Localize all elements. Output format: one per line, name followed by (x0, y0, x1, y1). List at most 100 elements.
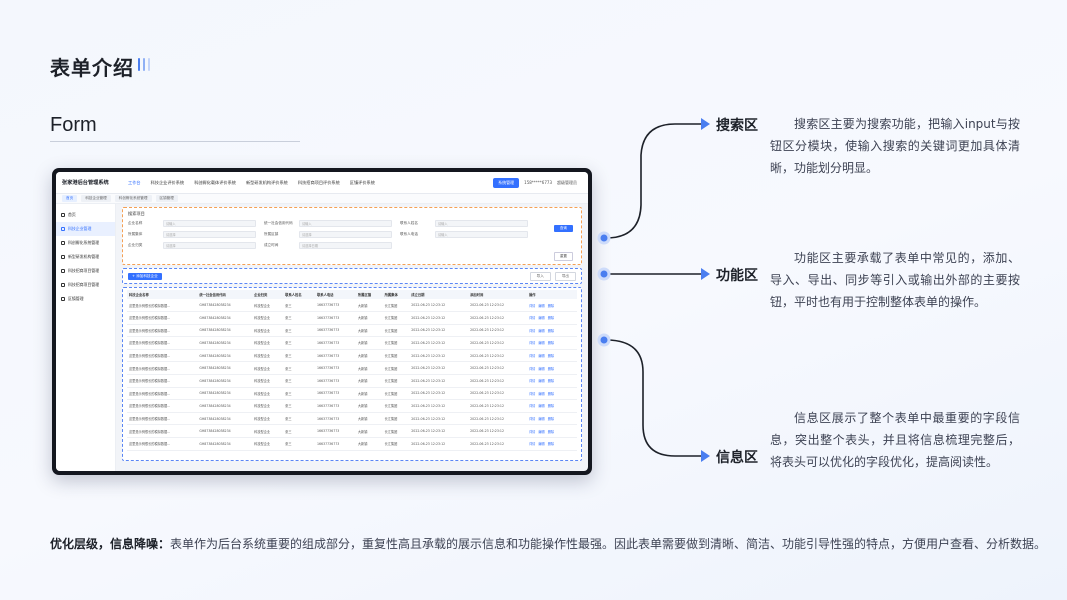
sidebar-item[interactable]: 科技招商项目管理 (56, 264, 115, 278)
row-action-link[interactable]: 详情 (529, 316, 535, 320)
row-action-link[interactable]: 详情 (529, 354, 535, 358)
row-action-link[interactable]: 详情 (529, 442, 535, 446)
row-action-link[interactable]: 详情 (529, 304, 535, 308)
group-select[interactable]: 请选择 (163, 231, 256, 238)
row-action-link[interactable]: 删除 (548, 442, 554, 446)
nav-item[interactable]: 科技企业评价系统 (151, 180, 185, 186)
row-action-link[interactable]: 删除 (548, 379, 554, 383)
row-action-link[interactable]: 编辑 (538, 329, 544, 333)
row-action-link[interactable]: 详情 (529, 392, 535, 396)
row-action-link[interactable]: 详情 (529, 430, 535, 434)
add-company-button[interactable]: + 添加科技企业 (128, 272, 162, 280)
column-header[interactable]: 添加时间 (468, 290, 527, 300)
app-nav: 工作台 科技企业评价系统 科创孵化载体评价系统 新型研发机构评价系统 科技招商项… (128, 180, 493, 186)
table-cell: 2022-06-23 12:23:12 (409, 311, 469, 325)
column-header[interactable]: 操作 (526, 290, 577, 300)
sidebar-item[interactable]: 科技企业管理 (56, 222, 115, 236)
table-cell: 张三 (283, 374, 315, 388)
credit-code-input[interactable]: 请输入 (299, 220, 392, 227)
row-action-link[interactable]: 详情 (529, 417, 535, 421)
callout-desc-search: 搜索区主要为搜索功能，把输入input与按钮区分模块，使输入搜索的关键词更加具体… (770, 117, 1020, 175)
row-action-link[interactable]: 删除 (548, 304, 554, 308)
table-row[interactable]: 这里是示例很长的模拟数据... GH8738428038234 科技型企业 张三 166… (127, 299, 577, 312)
district-select[interactable]: 请选择 (299, 231, 392, 238)
sidebar-item[interactable]: 新型研发机构管理 (56, 250, 115, 264)
table-row[interactable]: 这里是示例很长的模拟数据... GH8738428038234 科技型企业 张三 166… (127, 399, 577, 413)
row-action-link[interactable]: 编辑 (538, 367, 544, 371)
nav-item[interactable]: 科创孵化载体评价系统 (194, 180, 236, 186)
connector-dot (597, 267, 611, 281)
breadcrumb-tab[interactable]: 区镇管理 (155, 195, 178, 202)
row-action-link[interactable]: 删除 (548, 354, 554, 358)
table-row[interactable]: 这里是示例很长的模拟数据... GH8738428038234 科技型企业 张三 166… (127, 324, 577, 338)
contact-phone-input[interactable]: 请输入 (435, 231, 528, 238)
breadcrumb-tab[interactable]: 科技企业管理 (81, 195, 111, 202)
row-action-link[interactable]: 详情 (529, 329, 535, 333)
row-action-link[interactable]: 编辑 (538, 341, 544, 345)
row-action-link[interactable]: 详情 (529, 404, 535, 408)
column-header[interactable]: 企业归类 (252, 290, 284, 300)
export-button[interactable]: 导出 (554, 271, 576, 281)
column-header[interactable]: 科技企业名称 (127, 290, 198, 300)
date-picker[interactable]: 请选择日期 (299, 242, 392, 249)
row-action-link[interactable]: 删除 (548, 404, 554, 408)
user-role[interactable]: 超级管理员 (557, 180, 577, 186)
query-button[interactable]: 查询 (553, 225, 573, 232)
row-action-link[interactable]: 删除 (548, 430, 554, 434)
row-action-link[interactable]: 详情 (529, 379, 535, 383)
row-action-link[interactable]: 详情 (529, 367, 535, 371)
table-row[interactable]: 这里是示例很长的模拟数据... GH8738428038234 科技型企业 张三 166… (127, 437, 577, 451)
table-row[interactable]: 这里是示例很长的模拟数据... GH8738428038234 科技型企业 张三 166… (127, 387, 577, 401)
row-action-link[interactable]: 编辑 (538, 392, 544, 396)
sidebar-item[interactable]: 首页 (56, 208, 115, 222)
table-row[interactable]: 这里是示例很长的模拟数据... GH8738428038234 科技型企业 张三 166… (127, 374, 577, 388)
column-header[interactable]: 所属区镇 (355, 290, 383, 300)
sidebar-item[interactable]: 区镇管理 (56, 292, 115, 306)
row-action-link[interactable]: 详情 (529, 341, 535, 345)
column-header[interactable]: 所属集体 (382, 290, 410, 300)
table-row[interactable]: 这里是示例很长的模拟数据... GH8738428038234 科技型企业 张三 166… (127, 424, 577, 438)
table-row[interactable]: 这里是示例很长的模拟数据... GH8738428038234 科技型企业 张三 166… (127, 336, 577, 350)
sidebar-item-label: 科创孵化系统管理 (68, 240, 100, 245)
row-action-link[interactable]: 删除 (548, 417, 554, 421)
row-action-link[interactable]: 编辑 (538, 417, 544, 421)
table-row[interactable]: 这里是示例很长的模拟数据... GH8738428038234 科技型企业 张三 166… (127, 311, 577, 325)
row-action-link[interactable]: 编辑 (538, 354, 544, 358)
row-action-link[interactable]: 删除 (548, 316, 554, 320)
breadcrumb-tab[interactable]: 首页 (62, 195, 78, 202)
system-manage-button[interactable]: 系统管理 (493, 177, 520, 188)
category-select[interactable]: 请选择 (163, 242, 256, 249)
page-title: 表单介绍 (50, 56, 134, 80)
column-header[interactable]: 联系人姓名 (283, 290, 315, 300)
contact-name-input[interactable]: 请输入 (435, 220, 528, 227)
nav-item[interactable]: 新型研发机构评价系统 (246, 180, 288, 186)
project-icon (61, 283, 65, 287)
table-row[interactable]: 这里是示例很长的模拟数据... GH8738428038234 科技型企业 张三 166… (127, 349, 577, 363)
row-action-link[interactable]: 编辑 (538, 430, 544, 434)
row-action-link[interactable]: 编辑 (538, 304, 544, 308)
table-cell: 2022-06-23 12:23:12 (468, 361, 527, 375)
row-action-link[interactable]: 删除 (548, 392, 554, 396)
nav-item[interactable]: 科技招商项目评价系统 (298, 180, 340, 186)
row-action-link[interactable]: 删除 (548, 329, 554, 333)
import-button[interactable]: 导入 (529, 271, 551, 281)
breadcrumb-tab[interactable]: 科创孵化系统管理 (114, 195, 152, 202)
row-action-link[interactable]: 编辑 (538, 316, 544, 320)
table-row[interactable]: 这里是示例很长的模拟数据... GH8738428038234 科技型企业 张三 166… (127, 412, 577, 426)
row-action-link[interactable]: 删除 (548, 341, 554, 345)
row-action-link[interactable]: 编辑 (538, 404, 544, 408)
row-action-link[interactable]: 编辑 (538, 379, 544, 383)
callout-label-info: 信息区 (716, 450, 758, 466)
sidebar-item[interactable]: 科创孵化系统管理 (56, 236, 115, 250)
column-header[interactable]: 成立日期 (409, 290, 469, 300)
row-action-link[interactable]: 编辑 (538, 442, 544, 446)
column-header[interactable]: 统一社会信用代码 (197, 290, 253, 300)
nav-item[interactable]: 区镇评价系统 (350, 180, 375, 186)
row-action-link[interactable]: 删除 (548, 367, 554, 371)
column-header[interactable]: 联系人电话 (314, 290, 356, 300)
sidebar-item[interactable]: 科技招商项目管理 (56, 278, 115, 292)
table-row[interactable]: 这里是示例很长的模拟数据... GH8738428038234 科技型企业 张三 166… (127, 361, 577, 375)
reset-button[interactable]: 重置 (553, 252, 573, 261)
company-name-input[interactable]: 请输入 (163, 220, 256, 227)
nav-item[interactable]: 工作台 (128, 180, 141, 186)
